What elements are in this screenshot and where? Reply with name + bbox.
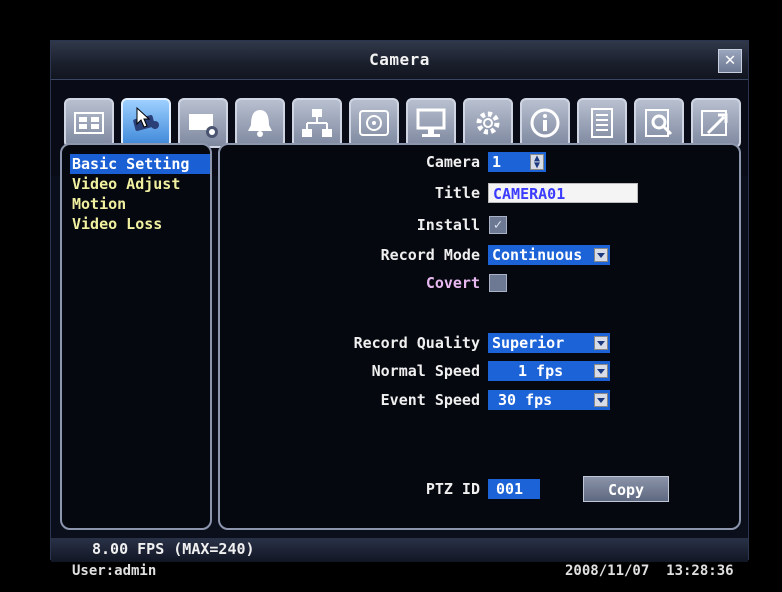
schedule-icon[interactable] bbox=[577, 98, 627, 148]
covert-label: Covert bbox=[425, 274, 480, 292]
sidebar-item-motion[interactable]: Motion bbox=[70, 194, 128, 214]
network-icon[interactable] bbox=[292, 98, 342, 148]
monitor-icon[interactable] bbox=[406, 98, 456, 148]
display-icon[interactable] bbox=[64, 98, 114, 148]
sidebar-item-video-adjust[interactable]: Video Adjust bbox=[70, 174, 182, 194]
date-time: 2008/11/07 13:28:36 bbox=[565, 563, 734, 579]
current-user: User:admin bbox=[72, 563, 157, 579]
spin-arrows-icon[interactable]: ▲ ▼ bbox=[530, 154, 544, 171]
ptz-id-label: PTZ ID bbox=[425, 480, 480, 498]
title-label: Title bbox=[434, 184, 480, 202]
chevron-down-icon[interactable] bbox=[594, 248, 608, 262]
title-input[interactable]: CAMERA01 bbox=[488, 183, 638, 203]
title-bar: Camera ✕ bbox=[51, 41, 748, 80]
record-icon[interactable] bbox=[178, 98, 228, 148]
record-quality-select[interactable]: Superior bbox=[488, 333, 610, 353]
ptz-id-input[interactable]: 001 bbox=[488, 479, 540, 499]
normal-speed-value: 1 fps bbox=[518, 362, 564, 380]
event-speed-value: 30 fps bbox=[498, 391, 553, 409]
fps-readout: 8.00 FPS (MAX=240) bbox=[92, 540, 255, 558]
normal-speed-label: Normal Speed bbox=[371, 362, 480, 380]
record-mode-label: Record Mode bbox=[380, 246, 480, 264]
copy-button[interactable]: Copy bbox=[583, 476, 669, 502]
sidebar-panel: Basic Setting Video Adjust Motion Video … bbox=[60, 143, 212, 530]
gear-icon[interactable] bbox=[463, 98, 513, 148]
mouse-cursor-icon bbox=[136, 107, 151, 128]
record-mode-value: Continuous bbox=[492, 246, 583, 264]
chevron-down-icon[interactable] bbox=[594, 336, 608, 350]
covert-checkbox[interactable] bbox=[489, 274, 507, 292]
window-title: Camera bbox=[369, 50, 430, 69]
event-speed-label: Event Speed bbox=[380, 391, 480, 409]
sidebar-item-basic-setting[interactable]: Basic Setting bbox=[70, 154, 210, 174]
chevron-down-icon[interactable] bbox=[594, 393, 608, 407]
camera-value: 1 bbox=[492, 153, 502, 171]
info-icon[interactable] bbox=[520, 98, 570, 148]
normal-speed-select[interactable]: 1 fps bbox=[488, 361, 610, 381]
event-speed-select[interactable]: 30 fps bbox=[488, 390, 610, 410]
camera-stepper[interactable]: 1 ▲ ▼ bbox=[488, 152, 546, 172]
install-label: Install bbox=[416, 216, 480, 234]
chevron-down-icon[interactable] bbox=[594, 364, 608, 378]
install-checkbox[interactable]: ✓ bbox=[489, 216, 507, 234]
record-quality-label: Record Quality bbox=[353, 334, 480, 352]
close-icon[interactable]: ✕ bbox=[718, 49, 742, 73]
search-icon[interactable] bbox=[634, 98, 684, 148]
sidebar-item-video-loss[interactable]: Video Loss bbox=[70, 214, 164, 234]
record-quality-value: Superior bbox=[492, 334, 565, 352]
tools-icon[interactable] bbox=[691, 98, 741, 148]
record-mode-select[interactable]: Continuous bbox=[488, 245, 610, 265]
alarm-bell-icon[interactable] bbox=[235, 98, 285, 148]
camera-label: Camera bbox=[425, 153, 480, 171]
disk-icon[interactable] bbox=[349, 98, 399, 148]
